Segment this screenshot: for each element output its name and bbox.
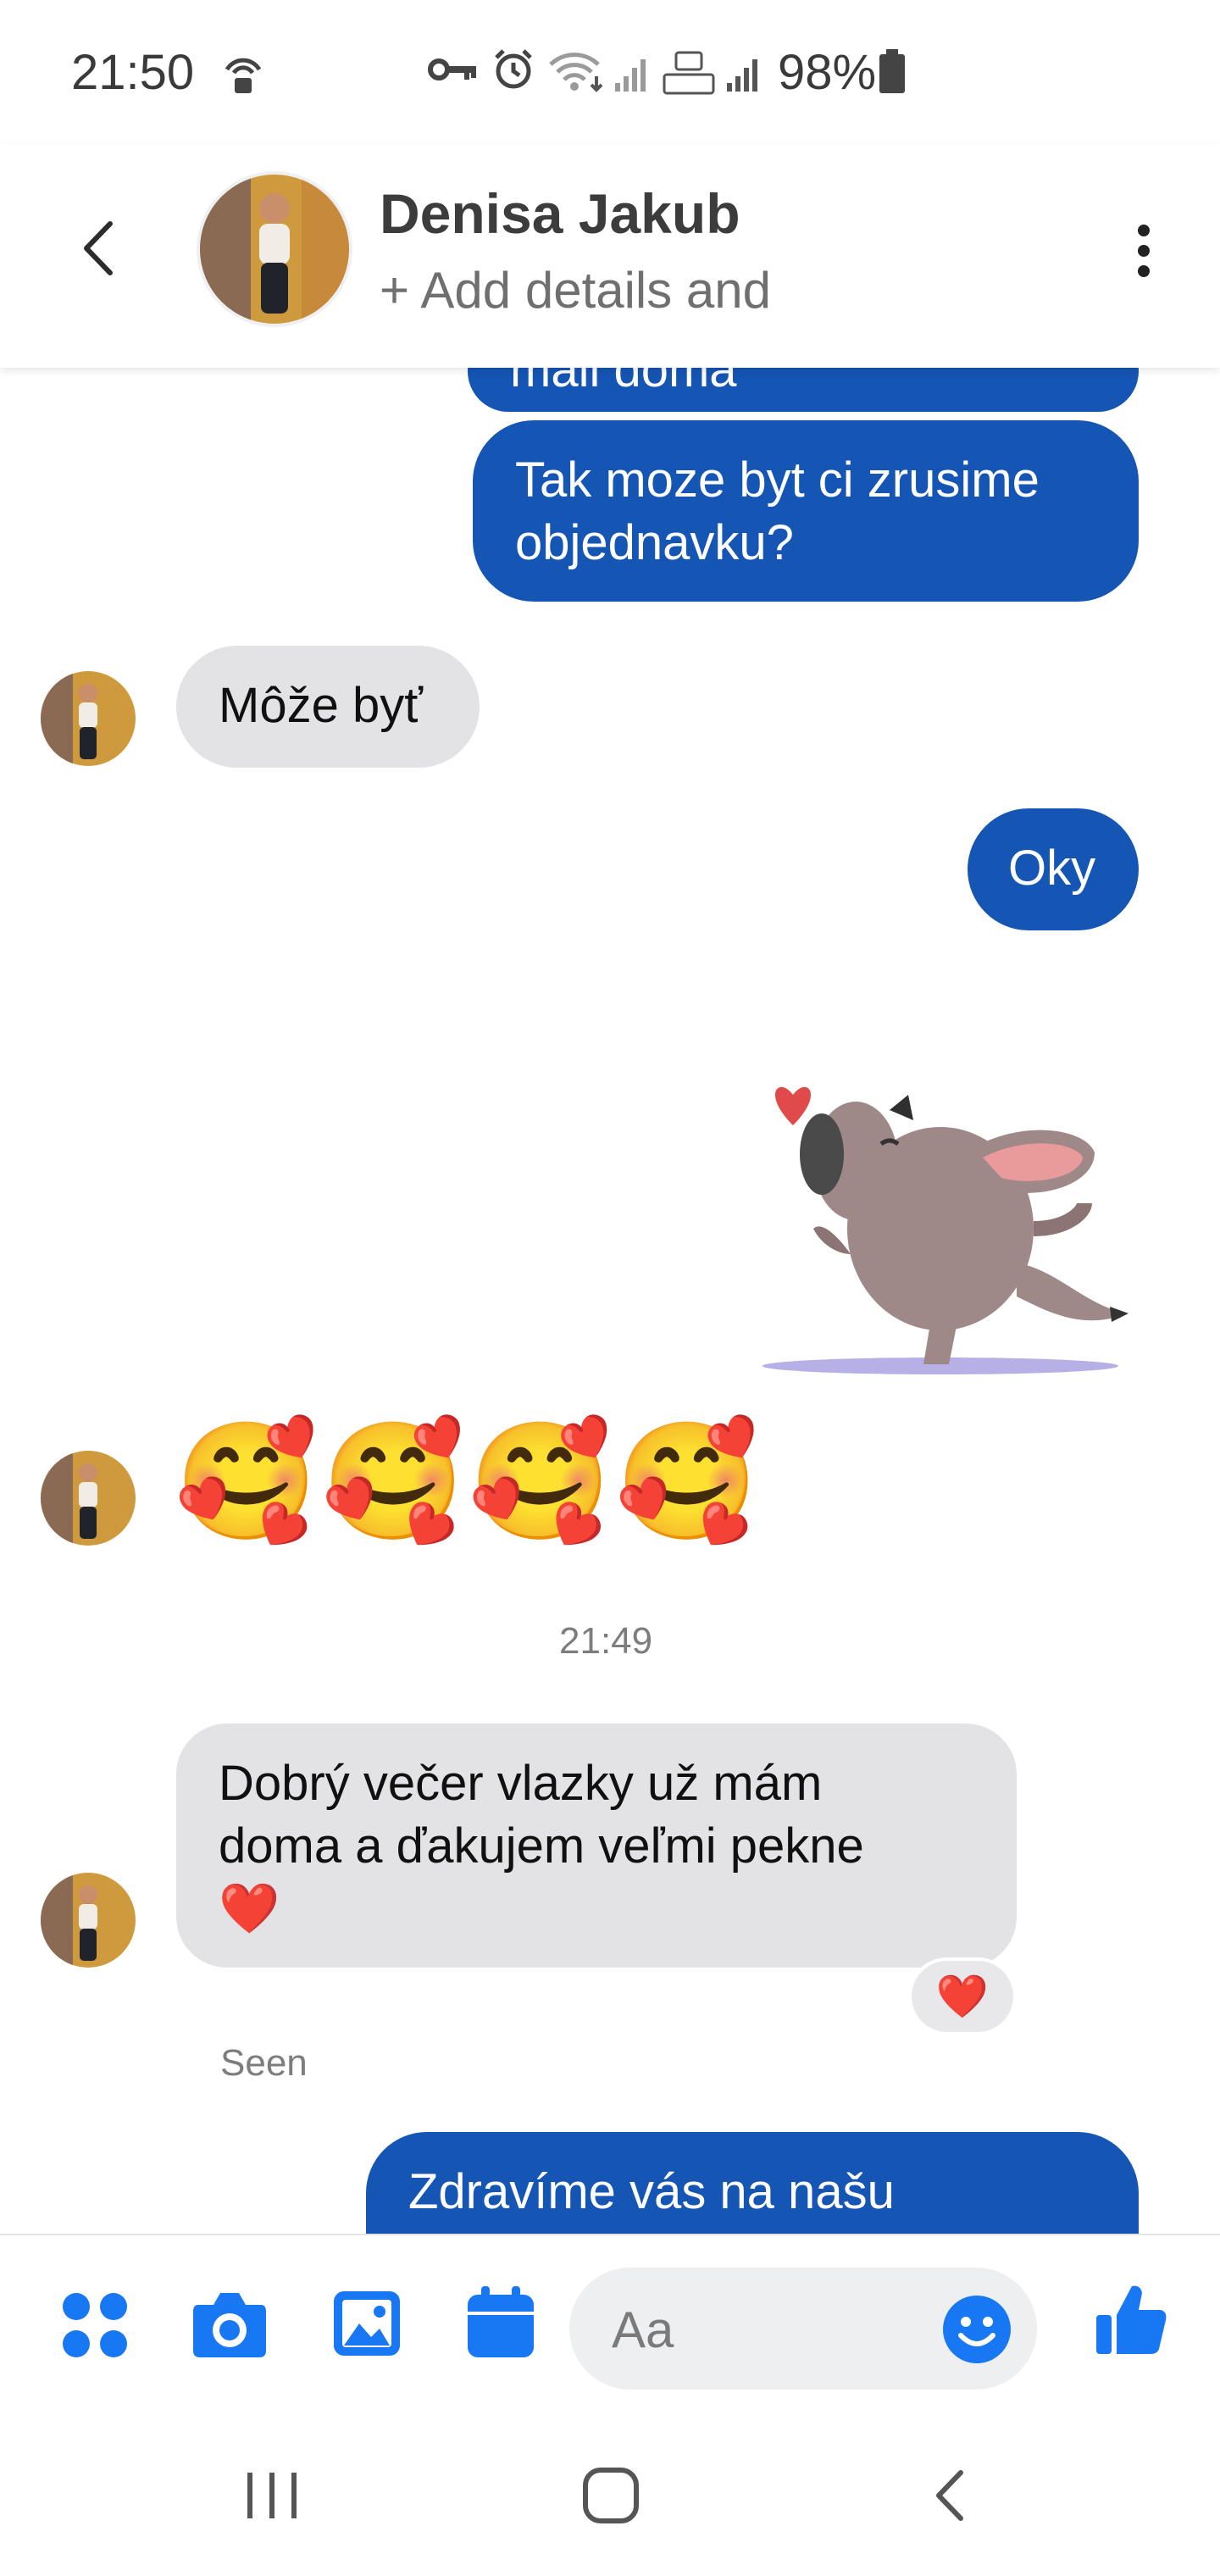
system-navigation-bar (0, 2423, 1220, 2576)
gallery-icon[interactable] (332, 2290, 402, 2357)
contact-name[interactable]: Denisa Jakub (380, 181, 740, 246)
compose-box[interactable] (569, 2268, 1037, 2390)
recents-icon[interactable] (244, 2468, 300, 2523)
nav-back-icon[interactable] (929, 2468, 971, 2523)
message-bubble-out[interactable]: Oky (968, 808, 1139, 930)
message-composer (0, 2234, 1220, 2425)
kissing-dog-sticker[interactable] (762, 1059, 1144, 1381)
more-options-icon[interactable] (1127, 219, 1161, 283)
calendar-icon[interactable] (466, 2285, 535, 2359)
conversation-header: Denisa Jakub + Add details and (0, 144, 1220, 368)
message-text-line: Tak moze byt ci zrusime (515, 452, 1040, 508)
message-input[interactable] (612, 2300, 934, 2359)
add-details-link[interactable]: + Add details and (380, 261, 771, 319)
reaction-heart-icon: ❤️ (935, 1973, 990, 2020)
message-text: Oky (1008, 841, 1096, 896)
message-text-line: objednavku? (515, 515, 794, 570)
home-icon[interactable] (581, 2466, 640, 2525)
message-text: Zdravíme vás na našu (408, 2164, 895, 2219)
camera-icon[interactable] (191, 2288, 268, 2359)
heart-emoji: ❤️ (219, 1881, 280, 1936)
back-arrow-icon[interactable] (75, 219, 125, 278)
apps-icon[interactable] (61, 2291, 129, 2359)
message-timestamp: 21:49 (559, 1620, 653, 1662)
sender-avatar[interactable] (41, 1451, 136, 1546)
message-text-line: Dobrý večer vlazky už mám (219, 1756, 823, 1811)
message-text-line: doma a ďakujem veľmi pekne (219, 1818, 864, 1874)
emoji-icon[interactable] (942, 2295, 1012, 2364)
emoji-message[interactable]: 🥰🥰🥰🥰 (175, 1413, 762, 1549)
reaction-badge[interactable]: ❤️ (908, 1957, 1017, 2035)
message-bubble-in[interactable]: Dobrý večer vlazky už mám doma a ďakujem… (176, 1724, 1017, 1968)
sender-avatar[interactable] (41, 671, 136, 766)
contact-avatar[interactable] (197, 171, 352, 327)
seen-status: Seen (220, 2042, 308, 2084)
sender-avatar[interactable] (41, 1873, 136, 1968)
message-bubble-in[interactable]: Môže byť (176, 646, 480, 768)
message-bubble-out[interactable]: Tak moze byt ci zrusime objednavku? (473, 420, 1139, 602)
message-text: Môže byť (219, 678, 423, 733)
like-icon[interactable] (1093, 2281, 1169, 2357)
